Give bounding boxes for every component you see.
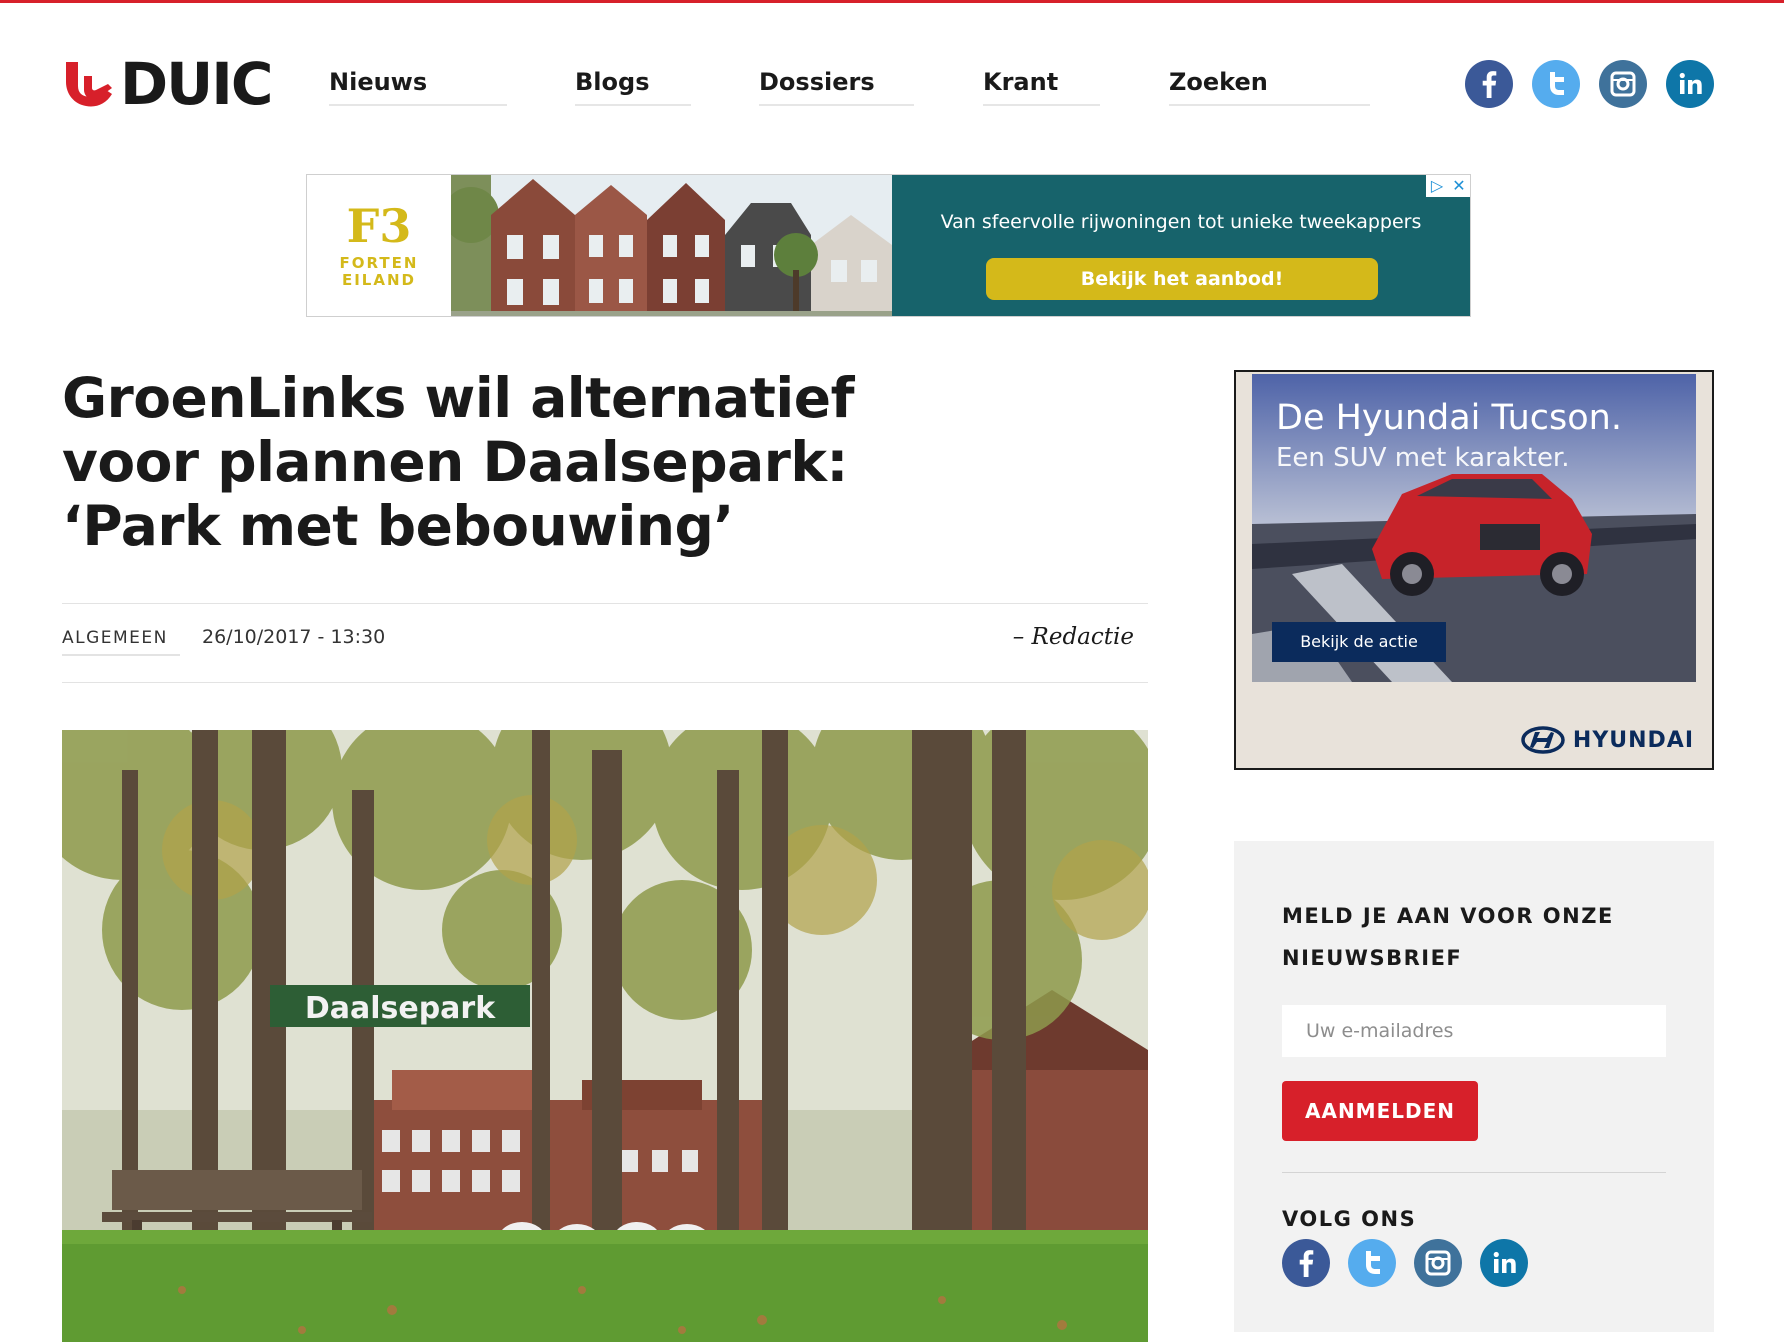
ad-cta-button[interactable]: Bekijk het aanbod! bbox=[986, 258, 1378, 300]
hyundai-car-image: De Hyundai Tucson. Een SUV met karakter.… bbox=[1252, 374, 1696, 682]
duic-logo[interactable]: DUIC bbox=[62, 50, 273, 118]
instagram-icon[interactable] bbox=[1599, 60, 1647, 108]
newsletter-title: MELD JE AAN VOOR ONZE NIEUWSBRIEF bbox=[1282, 904, 1614, 970]
nav-item-krant[interactable]: Krant bbox=[983, 66, 1100, 106]
article-title: GroenLinks wil alternatief voor plannen … bbox=[62, 366, 855, 558]
header-social-links bbox=[1465, 60, 1714, 108]
article-meta: ALGEMEEN 26/10/2017 - 13:30 – Redactie bbox=[62, 624, 1148, 656]
article-hero-image: Daalsepark bbox=[62, 730, 1148, 1342]
publish-date: 26/10/2017 - 13:30 bbox=[202, 626, 386, 648]
newsletter-divider bbox=[1282, 1172, 1666, 1173]
top-accent-line bbox=[0, 0, 1784, 3]
twitter-icon[interactable] bbox=[1348, 1239, 1396, 1287]
ad-headline: Van sfeervolle rijwoningen tot unieke tw… bbox=[940, 211, 1422, 233]
twitter-icon[interactable] bbox=[1532, 60, 1580, 108]
ad-logo-text: FORTEN EILAND bbox=[339, 253, 419, 289]
linkedin-icon[interactable] bbox=[1480, 1239, 1528, 1287]
hyundai-subline: Een SUV met karakter. bbox=[1276, 443, 1570, 473]
ad-houses-image bbox=[451, 175, 892, 316]
top-banner-ad[interactable]: F3 FORTEN EILAND Van sfeervolle rijwonin… bbox=[306, 174, 1471, 317]
ad-choices: ▷ ✕ bbox=[1426, 175, 1470, 197]
hyundai-headline: De Hyundai Tucson. bbox=[1276, 398, 1622, 438]
nav-item-zoeken[interactable]: Zoeken bbox=[1169, 66, 1370, 106]
hyundai-brand: HYUNDAI bbox=[1521, 726, 1694, 754]
newsletter-social-links bbox=[1282, 1239, 1528, 1287]
logo-text: DUIC bbox=[120, 50, 273, 118]
facebook-icon[interactable] bbox=[1282, 1239, 1330, 1287]
instagram-icon[interactable] bbox=[1414, 1239, 1462, 1287]
duic-logo-icon bbox=[66, 62, 112, 107]
ad-fortenEiland-logo: F3 FORTEN EILAND bbox=[307, 175, 451, 316]
linkedin-icon[interactable] bbox=[1666, 60, 1714, 108]
ad-logo-line2: EILAND bbox=[341, 270, 416, 289]
adchoices-icon[interactable]: ▷ bbox=[1426, 175, 1448, 197]
ad-text-panel: Van sfeervolle rijwoningen tot unieke tw… bbox=[892, 175, 1470, 316]
hyundai-logo-icon bbox=[1521, 726, 1565, 754]
hyundai-brand-text: HYUNDAI bbox=[1572, 727, 1694, 753]
close-icon[interactable]: ✕ bbox=[1448, 175, 1470, 197]
author-name[interactable]: – Redactie bbox=[1013, 624, 1134, 650]
nav-item-dossiers[interactable]: Dossiers bbox=[759, 66, 914, 106]
ad-logo-mark: F3 bbox=[346, 198, 412, 253]
email-field[interactable] bbox=[1282, 1005, 1666, 1057]
nav-item-blogs[interactable]: Blogs bbox=[575, 66, 691, 106]
meta-bottom-divider bbox=[62, 682, 1148, 683]
ad-logo-line1: FORTEN bbox=[339, 253, 419, 272]
sidebar-hyundai-ad[interactable]: De Hyundai Tucson. Een SUV met karakter.… bbox=[1234, 370, 1714, 770]
category-link[interactable]: ALGEMEEN bbox=[62, 628, 180, 656]
meta-top-divider bbox=[62, 603, 1148, 604]
hyundai-cta-button[interactable]: Bekijk de actie bbox=[1272, 622, 1446, 662]
facebook-icon[interactable] bbox=[1465, 60, 1513, 108]
subscribe-button[interactable]: AANMELDEN bbox=[1282, 1081, 1478, 1141]
follow-us-label: VOLG ONS bbox=[1282, 1207, 1417, 1231]
nav-item-nieuws[interactable]: Nieuws bbox=[329, 66, 507, 106]
newsletter-box: MELD JE AAN VOOR ONZE NIEUWSBRIEF AANMEL… bbox=[1234, 841, 1714, 1332]
park-banner-text: Daalsepark bbox=[305, 991, 496, 1026]
